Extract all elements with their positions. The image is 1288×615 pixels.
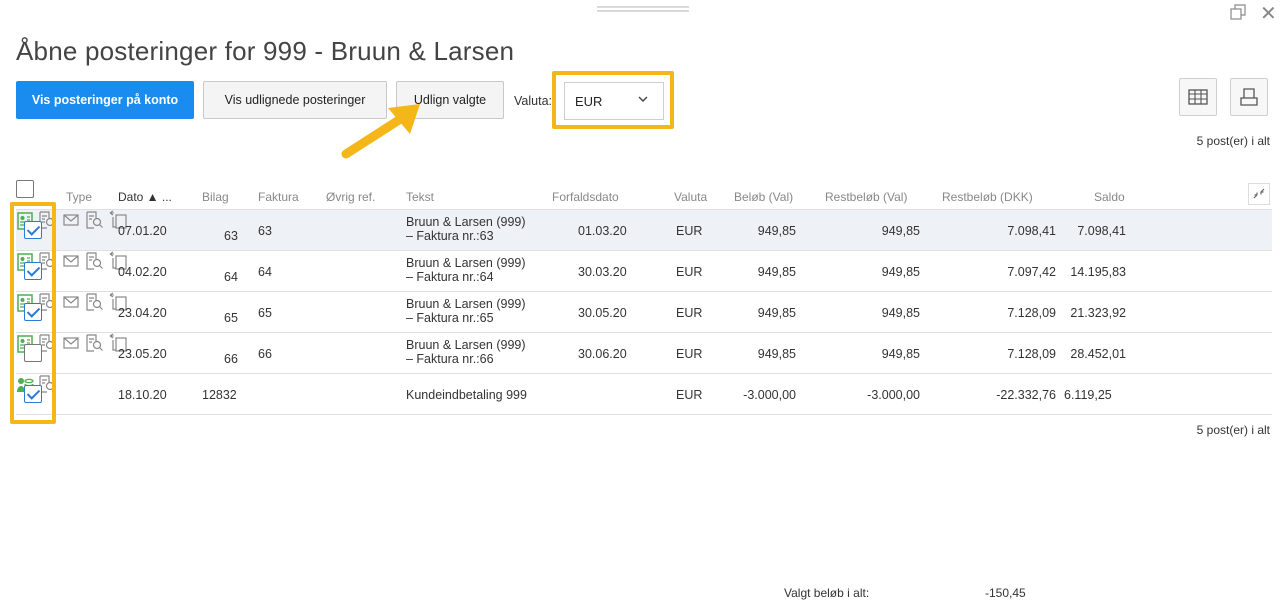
page-title: Åbne posteringer for 999 - Bruun & Larse… [16,36,515,66]
row-remaining-val: -3.000,00 [867,388,920,402]
table-row[interactable]: 23.05.20 66 66 Bruun & Larsen (999) – Fa… [16,333,1272,374]
column-settings-button[interactable] [1179,78,1217,116]
table-row[interactable]: 23.04.20 65 65 Bruun & Larsen (999) – Fa… [16,292,1272,333]
close-icon[interactable]: ✕ [1260,1,1277,26]
document-preview-icon[interactable] [84,292,104,312]
row-voucher: 12832 [202,388,237,402]
row-text-line2: – Faktura nr.:66 [406,352,494,366]
mail-icon[interactable] [61,292,81,312]
row-remaining-val: 949,85 [881,347,920,361]
row-amount: -3.000,00 [743,388,796,402]
row-currency: EUR [676,306,703,320]
entry-count-bottom: 5 post(er) i alt [1196,423,1270,437]
row-remaining-dkk: 7.097,42 [1007,265,1056,279]
col-date[interactable]: Dato ▲ ... [118,190,172,204]
row-currency: EUR [676,224,703,238]
col-balance[interactable]: Saldo [1094,190,1125,204]
row-due-date: 30.06.20 [578,347,627,361]
row-voucher: 66 [224,352,238,366]
currency-label: Valuta: [514,94,552,108]
col-other-ref[interactable]: Øvrig ref. [326,190,375,204]
entry-count: 5 post(er) i alt [1196,134,1270,148]
collapse-icon[interactable] [1248,183,1270,208]
selected-total-value: -150,45 [985,586,1026,600]
row-amount: 949,85 [757,306,796,320]
currency-highlight [552,71,674,129]
row-remaining-dkk: 7.128,09 [1007,306,1056,320]
row-text-line1: Bruun & Larsen (999) [406,338,526,352]
row-voucher: 63 [224,229,238,243]
mail-icon[interactable] [61,210,81,230]
document-preview-icon[interactable] [84,251,104,271]
row-amount: 949,85 [757,224,796,238]
print-icon [1240,88,1258,106]
table-grid-icon [1188,89,1208,105]
row-invoice: 65 [258,306,272,320]
row-text-line1: Bruun & Larsen (999) [406,215,526,229]
row-balance: 14.195,83 [1070,265,1126,279]
drag-handle[interactable] [597,6,689,12]
show-account-entries-button[interactable]: Vis posteringer på konto [16,81,194,119]
restore-window-icon[interactable] [1230,4,1246,25]
row-remaining-val: 949,85 [881,265,920,279]
col-currency[interactable]: Valuta [674,190,707,204]
document-preview-icon[interactable] [84,333,104,353]
col-invoice[interactable]: Faktura [258,190,299,204]
col-text[interactable]: Tekst [406,190,434,204]
row-text-line1: Bruun & Larsen (999) [406,256,526,270]
row-currency: EUR [676,265,703,279]
col-amount[interactable]: Beløb (Val) [734,190,793,204]
col-voucher[interactable]: Bilag [202,190,229,204]
entries-table: Type Dato ▲ ... Bilag Faktura Øvrig ref.… [16,180,1272,415]
col-remaining-val[interactable]: Restbeløb (Val) [825,190,907,204]
row-balance: 21.323,92 [1070,306,1126,320]
row-voucher: 65 [224,311,238,325]
row-due-date: 30.03.20 [578,265,627,279]
row-due-date: 01.03.20 [578,224,627,238]
print-button[interactable] [1230,78,1268,116]
row-date: 18.10.20 [118,388,167,402]
row-text: Kundeindbetaling 999 [406,388,527,402]
checkbox-column-highlight [10,202,56,424]
mail-icon[interactable] [61,333,81,353]
row-invoice: 63 [258,224,272,238]
row-currency: EUR [676,347,703,361]
row-remaining-dkk: 7.098,41 [1007,224,1056,238]
row-voucher: 64 [224,270,238,284]
row-invoice: 66 [258,347,272,361]
mail-icon[interactable] [61,251,81,271]
row-remaining-dkk: -22.332,76 [996,388,1056,402]
select-all-checkbox[interactable] [16,180,34,198]
row-date: 04.02.20 [118,265,167,279]
row-amount: 949,85 [757,265,796,279]
row-amount: 949,85 [757,347,796,361]
row-balance: 6.119,25 [1064,388,1112,402]
row-date: 07.01.20 [118,224,167,238]
annotation-arrow-icon [341,104,420,159]
row-currency: EUR [676,388,703,402]
row-remaining-dkk: 7.128,09 [1007,347,1056,361]
col-remaining-dkk[interactable]: Restbeløb (DKK) [942,190,1033,204]
row-date: 23.05.20 [118,347,167,361]
row-balance: 28.452,01 [1070,347,1126,361]
table-row[interactable]: 07.01.20 63 63 Bruun & Larsen (999) – Fa… [16,210,1272,251]
row-remaining-val: 949,85 [881,306,920,320]
col-due-date[interactable]: Forfaldsdato [552,190,619,204]
table-header: Type Dato ▲ ... Bilag Faktura Øvrig ref.… [16,180,1272,210]
row-text-line2: – Faktura nr.:65 [406,311,494,325]
row-text-line2: – Faktura nr.:64 [406,270,494,284]
row-date: 23.04.20 [118,306,167,320]
table-row[interactable]: 18.10.20 12832 Kundeindbetaling 999 EUR … [16,374,1272,415]
row-remaining-val: 949,85 [881,224,920,238]
row-balance: 7.098,41 [1077,224,1126,238]
row-text-line1: Bruun & Larsen (999) [406,297,526,311]
selected-total-label: Valgt beløb i alt: [784,586,870,600]
row-text-line2: – Faktura nr.:63 [406,229,494,243]
col-type[interactable]: Type [66,190,92,204]
table-row[interactable]: 04.02.20 64 64 Bruun & Larsen (999) – Fa… [16,251,1272,292]
row-due-date: 30.05.20 [578,306,627,320]
row-invoice: 64 [258,265,272,279]
document-preview-icon[interactable] [84,210,104,230]
